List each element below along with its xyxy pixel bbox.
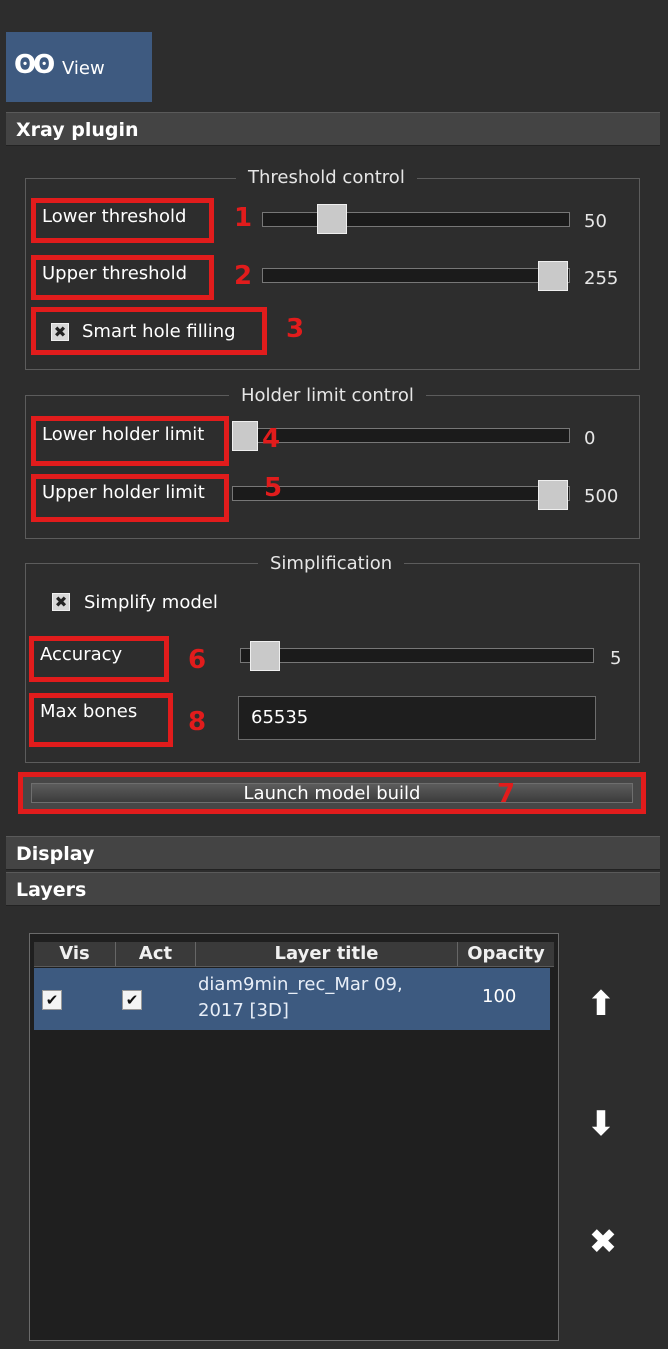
annotation-8: 8 bbox=[188, 707, 207, 737]
panel-header-layers[interactable]: Layers bbox=[6, 872, 660, 906]
panel-header-display[interactable]: Display bbox=[6, 836, 660, 870]
tab-view[interactable]: ʘʘ View bbox=[6, 32, 152, 102]
column-header-layer-title[interactable]: Layer title bbox=[196, 942, 458, 966]
lower-threshold-label: Lower threshold bbox=[31, 198, 214, 243]
lower-threshold-handle[interactable] bbox=[317, 204, 347, 234]
annotation-3: 3 bbox=[286, 314, 305, 344]
close-icon[interactable]: ✖ bbox=[583, 1222, 623, 1262]
launch-model-build-highlight: Launch model build bbox=[18, 772, 646, 814]
smart-hole-filling-checkbox[interactable]: ✖ bbox=[51, 323, 69, 341]
layers-table[interactable]: Vis Act Layer title Opacity ✔ ✔ diam9min… bbox=[29, 933, 559, 1341]
accuracy-handle[interactable] bbox=[250, 641, 280, 671]
upper-holder-limit-value: 500 bbox=[584, 486, 619, 507]
glasses-icon: ʘʘ bbox=[14, 50, 55, 80]
upper-threshold-label: Upper threshold bbox=[31, 255, 214, 300]
lower-holder-limit-value: 0 bbox=[584, 428, 596, 449]
max-bones-label: Max bones bbox=[29, 693, 173, 747]
upper-threshold-value: 255 bbox=[584, 268, 619, 289]
layers-table-header: Vis Act Layer title Opacity bbox=[34, 942, 554, 967]
upper-threshold-slider[interactable] bbox=[262, 268, 570, 283]
lower-threshold-slider[interactable] bbox=[262, 212, 570, 227]
column-header-vis[interactable]: Vis bbox=[34, 942, 116, 966]
annotation-6: 6 bbox=[188, 645, 207, 675]
upper-holder-limit-handle[interactable] bbox=[538, 480, 568, 510]
opacity-cell: 100 bbox=[482, 986, 517, 1007]
upper-holder-limit-slider[interactable] bbox=[232, 486, 570, 501]
arrow-down-icon[interactable]: ⬇ bbox=[581, 1104, 621, 1144]
upper-threshold-handle[interactable] bbox=[538, 261, 568, 291]
annotation-7: 7 bbox=[497, 779, 516, 809]
group-title-threshold: Threshold control bbox=[236, 167, 417, 188]
lower-holder-limit-handle[interactable] bbox=[232, 421, 258, 451]
annotation-4: 4 bbox=[262, 424, 281, 454]
lower-holder-limit-label: Lower holder limit bbox=[31, 416, 229, 466]
annotation-1: 1 bbox=[234, 203, 253, 233]
group-title-simplification: Simplification bbox=[258, 553, 405, 574]
lower-holder-limit-slider[interactable] bbox=[232, 428, 570, 443]
annotation-5: 5 bbox=[264, 473, 283, 503]
layer-title-cell: diam9min_rec_Mar 09, 2017 [3D] bbox=[198, 974, 403, 1021]
vis-checkbox[interactable]: ✔ bbox=[42, 990, 62, 1010]
upper-holder-limit-label: Upper holder limit bbox=[31, 474, 229, 522]
act-checkbox[interactable]: ✔ bbox=[122, 990, 142, 1010]
max-bones-input[interactable]: 65535 bbox=[238, 696, 596, 740]
lower-threshold-value: 50 bbox=[584, 211, 607, 232]
smart-hole-filling-label[interactable]: Smart hole filling bbox=[82, 321, 236, 342]
accuracy-value: 5 bbox=[610, 648, 622, 669]
launch-model-build-button[interactable]: Launch model build bbox=[31, 783, 633, 804]
accuracy-label: Accuracy bbox=[29, 636, 169, 682]
panel-header-xray-plugin[interactable]: Xray plugin bbox=[6, 112, 660, 146]
column-header-act[interactable]: Act bbox=[116, 942, 196, 966]
annotation-2: 2 bbox=[234, 261, 253, 291]
simplify-model-checkbox[interactable]: ✖ bbox=[52, 593, 70, 611]
group-title-holder: Holder limit control bbox=[229, 385, 426, 406]
table-row[interactable]: ✔ ✔ diam9min_rec_Mar 09, 2017 [3D] 100 bbox=[34, 968, 550, 1030]
arrow-up-icon[interactable]: ⬆ bbox=[581, 984, 621, 1024]
column-header-opacity[interactable]: Opacity bbox=[458, 942, 554, 966]
tab-view-label: View bbox=[62, 58, 105, 79]
accuracy-slider[interactable] bbox=[240, 648, 594, 663]
simplify-model-label[interactable]: Simplify model bbox=[84, 592, 218, 613]
